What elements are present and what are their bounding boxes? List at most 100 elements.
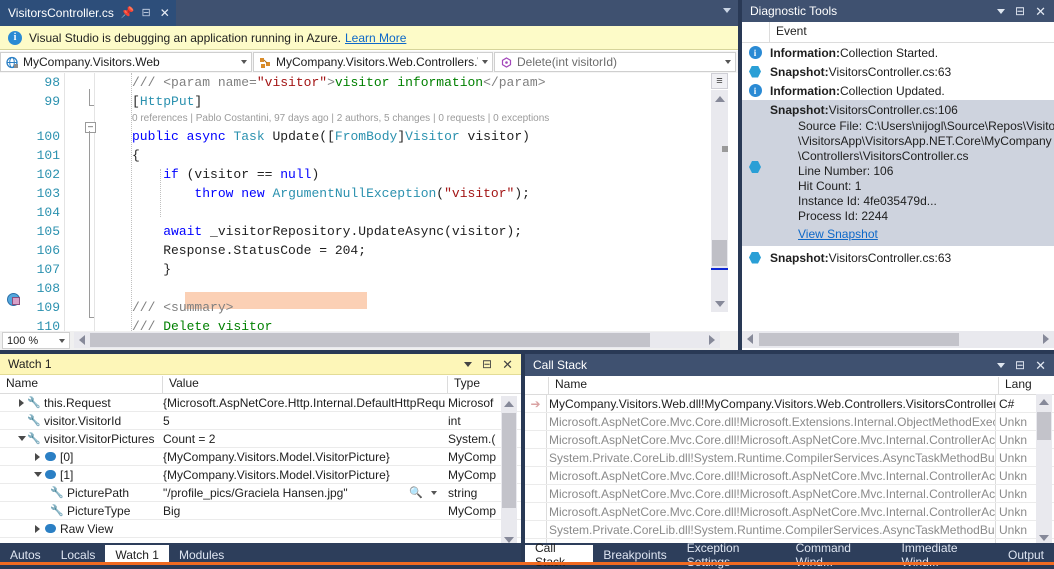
chevron-down-icon[interactable] <box>997 362 1006 368</box>
scroll-left-icon[interactable] <box>74 332 90 348</box>
table-row[interactable]: [1] {MyCompany.Visitors.Model.VisitorPic… <box>0 466 521 484</box>
fold-toggle-100[interactable]: – <box>85 122 96 133</box>
code-editor[interactable]: – – 98 99 100 101 102 103 104 105 106 10… <box>0 73 738 331</box>
table-row[interactable]: Raw View <box>0 520 521 538</box>
event-row-header[interactable]: Snapshot: VisitorsController.cs:106 <box>742 100 1054 119</box>
line-number: 104 <box>36 205 60 220</box>
scroll-right-icon[interactable] <box>1038 331 1054 347</box>
close-icon[interactable]: ✕ <box>160 7 170 19</box>
expander-expanded-icon[interactable] <box>32 469 43 480</box>
table-row[interactable]: 🔧 this.Request {Microsoft.AspNetCore.Htt… <box>0 394 521 412</box>
scrollbar-thumb[interactable] <box>502 413 516 508</box>
editor-vertical-scrollbar[interactable] <box>711 90 728 312</box>
scroll-up-icon[interactable] <box>711 90 728 107</box>
scrollbar-thumb[interactable] <box>90 333 650 347</box>
close-icon[interactable]: ✕ <box>1035 5 1046 18</box>
expander-expanded-icon[interactable] <box>16 433 27 444</box>
table-row[interactable]: 🔧 PicturePath "/profile_pics/Graciela Ha… <box>0 484 521 502</box>
view-snapshot-link[interactable]: View Snapshot <box>798 227 878 241</box>
web-project-icon <box>5 55 19 69</box>
scroll-up-icon[interactable] <box>501 396 517 412</box>
close-icon[interactable]: ✕ <box>502 358 513 371</box>
table-row[interactable]: System.Private.CoreLib.dll!System.Runtim… <box>525 521 1054 539</box>
diagnostic-events-list[interactable]: i Information: Collection Started. Snaps… <box>742 43 1054 331</box>
table-row[interactable]: [0] {MyCompany.Visitors.Model.VisitorPic… <box>0 448 521 466</box>
wrench-icon: 🔧 <box>27 433 41 445</box>
table-row[interactable]: System.Private.CoreLib.dll!System.Runtim… <box>525 449 1054 467</box>
column-header-name[interactable]: Name <box>549 377 999 394</box>
event-row[interactable]: i Information: Collection Updated. <box>742 81 1054 100</box>
scroll-left-icon[interactable] <box>742 331 758 347</box>
frame-lang: Unkn <box>999 450 1028 465</box>
close-icon[interactable]: ✕ <box>1035 359 1046 372</box>
call-stack-vertical-scrollbar[interactable] <box>1036 394 1052 546</box>
zoom-level-dropdown[interactable]: 100 % <box>2 332 70 349</box>
event-row[interactable]: Snapshot: VisitorsController.cs:63 <box>742 62 1054 81</box>
table-row[interactable]: 🔧 visitor.VisitorPictures Count = 2 Syst… <box>0 430 521 448</box>
pin-icon[interactable]: 📌 <box>121 7 135 19</box>
editor-horizontal-scrollbar[interactable] <box>74 332 720 348</box>
watch-value[interactable]: 5 <box>163 414 170 428</box>
member-dropdown[interactable]: Delete(int visitorId) <box>494 52 736 72</box>
tab-visitors-controller[interactable]: VisitorsController.cs 📌 ⊟ ✕ <box>0 0 176 26</box>
event-row[interactable]: i Information: Collection Started. <box>742 43 1054 62</box>
event-row[interactable]: Snapshot: VisitorsController.cs:63 <box>742 248 1054 267</box>
expander-collapsed-icon[interactable] <box>32 523 43 534</box>
table-row[interactable]: Microsoft.AspNetCore.Mvc.Core.dll!Micros… <box>525 485 1054 503</box>
chevron-down-icon[interactable] <box>427 490 441 495</box>
chevron-down-icon[interactable] <box>55 338 69 343</box>
table-row[interactable]: 🔧 visitor.VisitorId 5 int <box>0 412 521 430</box>
snapshot-icon <box>748 160 762 174</box>
chevron-down-icon[interactable] <box>997 8 1006 14</box>
event-row-selected[interactable]: Snapshot: VisitorsController.cs:106 Sour… <box>742 100 1054 246</box>
watch-value[interactable]: Count = 2 <box>163 432 215 446</box>
bubble-icon <box>43 524 57 533</box>
expander-collapsed-icon[interactable] <box>16 397 27 408</box>
split-view-button[interactable]: ≡ <box>711 73 728 89</box>
code-line-109: /// <summary> <box>132 300 234 315</box>
type-dropdown[interactable]: MyCompany.Visitors.Web.Controllers.\ <box>253 52 493 72</box>
watch-rows[interactable]: 🔧 this.Request {Microsoft.AspNetCore.Htt… <box>0 394 521 556</box>
table-row[interactable]: Microsoft.AspNetCore.Mvc.Core.dll!Micros… <box>525 467 1054 485</box>
learn-more-link[interactable]: Learn More <box>345 31 406 45</box>
watch-value[interactable]: {Microsoft.AspNetCore.Http.Internal.Defa… <box>163 396 445 410</box>
scrollbar-thumb[interactable] <box>1037 412 1051 440</box>
chevron-down-icon[interactable] <box>464 361 473 367</box>
line-number: 100 <box>36 129 60 144</box>
table-row[interactable]: Microsoft.AspNetCore.Mvc.Core.dll!Micros… <box>525 503 1054 521</box>
pin-icon[interactable]: ⊟ <box>1015 5 1025 17</box>
column-header-value[interactable]: Value <box>163 376 448 393</box>
snappoint-icon[interactable] <box>7 293 21 307</box>
watch-value[interactable]: "/profile_pics/Graciela Hansen.jpg" <box>163 486 348 500</box>
watch-value[interactable]: {MyCompany.Visitors.Model.VisitorPicture… <box>163 450 390 464</box>
scrollbar-thumb[interactable] <box>759 333 959 346</box>
pin-icon[interactable]: ⊟ <box>482 358 492 370</box>
diagnostic-horizontal-scrollbar[interactable] <box>742 331 1054 348</box>
table-row[interactable]: 🔧 PictureType Big MyComp <box>0 502 521 520</box>
project-dropdown[interactable]: MyCompany.Visitors.Web <box>0 52 252 72</box>
scroll-down-icon[interactable] <box>711 295 728 312</box>
scroll-right-icon[interactable] <box>704 332 720 348</box>
scroll-up-icon[interactable] <box>1036 394 1052 410</box>
view-snapshot-link-wrap[interactable]: View Snapshot <box>742 224 1054 242</box>
pin-icon[interactable]: ⊟ <box>1015 359 1025 371</box>
watch-value[interactable]: Big <box>163 504 180 518</box>
expander-collapsed-icon[interactable] <box>32 451 43 462</box>
chevron-down-icon[interactable] <box>237 60 251 64</box>
table-row[interactable]: Microsoft.AspNetCore.Mvc.Core.dll!Micros… <box>525 413 1054 431</box>
scrollbar-thumb[interactable] <box>712 240 727 266</box>
magnifier-icon[interactable]: 🔍 <box>409 486 423 499</box>
call-stack-rows[interactable]: ➔ MyCompany.Visitors.Web.dll!MyCompany.V… <box>525 395 1054 557</box>
column-header-name[interactable]: Name <box>0 376 163 393</box>
watch-value[interactable]: {MyCompany.Visitors.Model.VisitorPicture… <box>163 468 390 482</box>
column-header-lang[interactable]: Lang <box>999 377 1039 394</box>
table-row[interactable]: ➔ MyCompany.Visitors.Web.dll!MyCompany.V… <box>525 395 1054 413</box>
column-header-type[interactable]: Type <box>448 376 503 393</box>
chevron-down-icon[interactable] <box>721 60 735 64</box>
chevron-down-icon[interactable] <box>723 8 731 13</box>
codelens-info[interactable]: 0 references | Pablo Costantini, 97 days… <box>132 111 549 127</box>
chevron-down-icon[interactable] <box>478 60 492 64</box>
unpin-icon[interactable]: ⊟ <box>142 7 151 19</box>
table-row[interactable]: Microsoft.AspNetCore.Mvc.Core.dll!Micros… <box>525 431 1054 449</box>
watch-vertical-scrollbar[interactable] <box>501 396 517 548</box>
